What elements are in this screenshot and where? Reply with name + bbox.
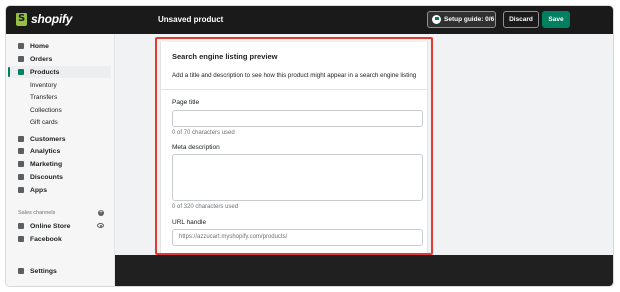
sidebar-item-customers[interactable]: Customers xyxy=(8,133,111,145)
store-icon xyxy=(18,223,24,229)
sidebar-item-apps[interactable]: Apps xyxy=(8,184,111,196)
flag-icon xyxy=(432,15,441,24)
sidebar-item-label: Facebook xyxy=(30,235,62,243)
sidebar-item-products[interactable]: Products xyxy=(8,66,111,78)
page-status: Unsaved product xyxy=(158,15,224,24)
highlight-box xyxy=(155,37,433,255)
view-store-eye-icon[interactable] xyxy=(97,223,104,228)
sidebar-item-discounts[interactable]: Discounts xyxy=(8,171,111,183)
setup-guide-button[interactable]: Setup guide: 0/6 xyxy=(427,11,496,28)
sidebar-item-label: Discounts xyxy=(30,173,63,181)
orders-icon xyxy=(18,56,24,62)
top-bar: shopify Unsaved product Setup guide: 0/6… xyxy=(6,6,613,34)
sidebar-item-label: Products xyxy=(30,68,60,76)
person-icon xyxy=(18,136,24,142)
setup-guide-label: Setup guide: 0/6 xyxy=(444,16,495,23)
bar-chart-icon xyxy=(18,148,24,154)
sidebar-subitem-collections[interactable]: Collections xyxy=(8,104,111,116)
sidebar-item-label: Orders xyxy=(30,55,53,63)
sidebar-item-label: Analytics xyxy=(30,147,61,155)
apps-icon xyxy=(18,187,24,193)
tag-icon xyxy=(18,69,24,75)
sidebar-item-analytics[interactable]: Analytics xyxy=(8,145,111,157)
add-channel-icon[interactable]: + xyxy=(98,210,104,216)
sidebar-item-label: Settings xyxy=(30,267,57,275)
facebook-icon xyxy=(18,236,24,242)
target-icon xyxy=(18,161,24,167)
sales-channels-label: Sales channels xyxy=(18,210,56,216)
sidebar-item-settings[interactable]: Settings xyxy=(8,265,111,277)
sidebar-item-label: Home xyxy=(30,42,49,50)
sidebar-item-label: Apps xyxy=(30,186,47,194)
main-content: Search engine listing preview Add a titl… xyxy=(115,34,613,286)
sidebar-item-facebook[interactable]: Facebook xyxy=(8,233,111,245)
sidebar-subitem-transfers[interactable]: Transfers xyxy=(8,91,111,103)
footer-bar xyxy=(115,255,613,286)
discount-icon xyxy=(18,174,24,180)
app-window: shopify Unsaved product Setup guide: 0/6… xyxy=(6,6,613,286)
sidebar-item-label: Online Store xyxy=(30,222,71,230)
save-button[interactable]: Save xyxy=(542,11,570,28)
sidebar-subitem-inventory[interactable]: Inventory xyxy=(8,79,111,91)
sidebar-item-label: Marketing xyxy=(30,160,63,168)
sidebar-item-online-store[interactable]: Online Store xyxy=(8,220,111,232)
home-icon xyxy=(18,43,24,49)
sidebar-item-home[interactable]: Home xyxy=(8,40,111,52)
sidebar-item-label: Customers xyxy=(30,135,66,143)
discard-button[interactable]: Discard xyxy=(503,11,539,28)
brand-name: shopify xyxy=(31,12,73,26)
sidebar-subitem-gift-cards[interactable]: Gift cards xyxy=(8,116,111,128)
sidebar-item-orders[interactable]: Orders xyxy=(8,53,111,65)
shopify-bag-icon xyxy=(16,12,27,26)
sidebar: Home Orders Products Inventory Transfers… xyxy=(6,34,115,286)
shopify-logo[interactable]: shopify xyxy=(16,12,72,26)
gear-icon xyxy=(18,268,24,274)
sidebar-item-marketing[interactable]: Marketing xyxy=(8,158,111,170)
